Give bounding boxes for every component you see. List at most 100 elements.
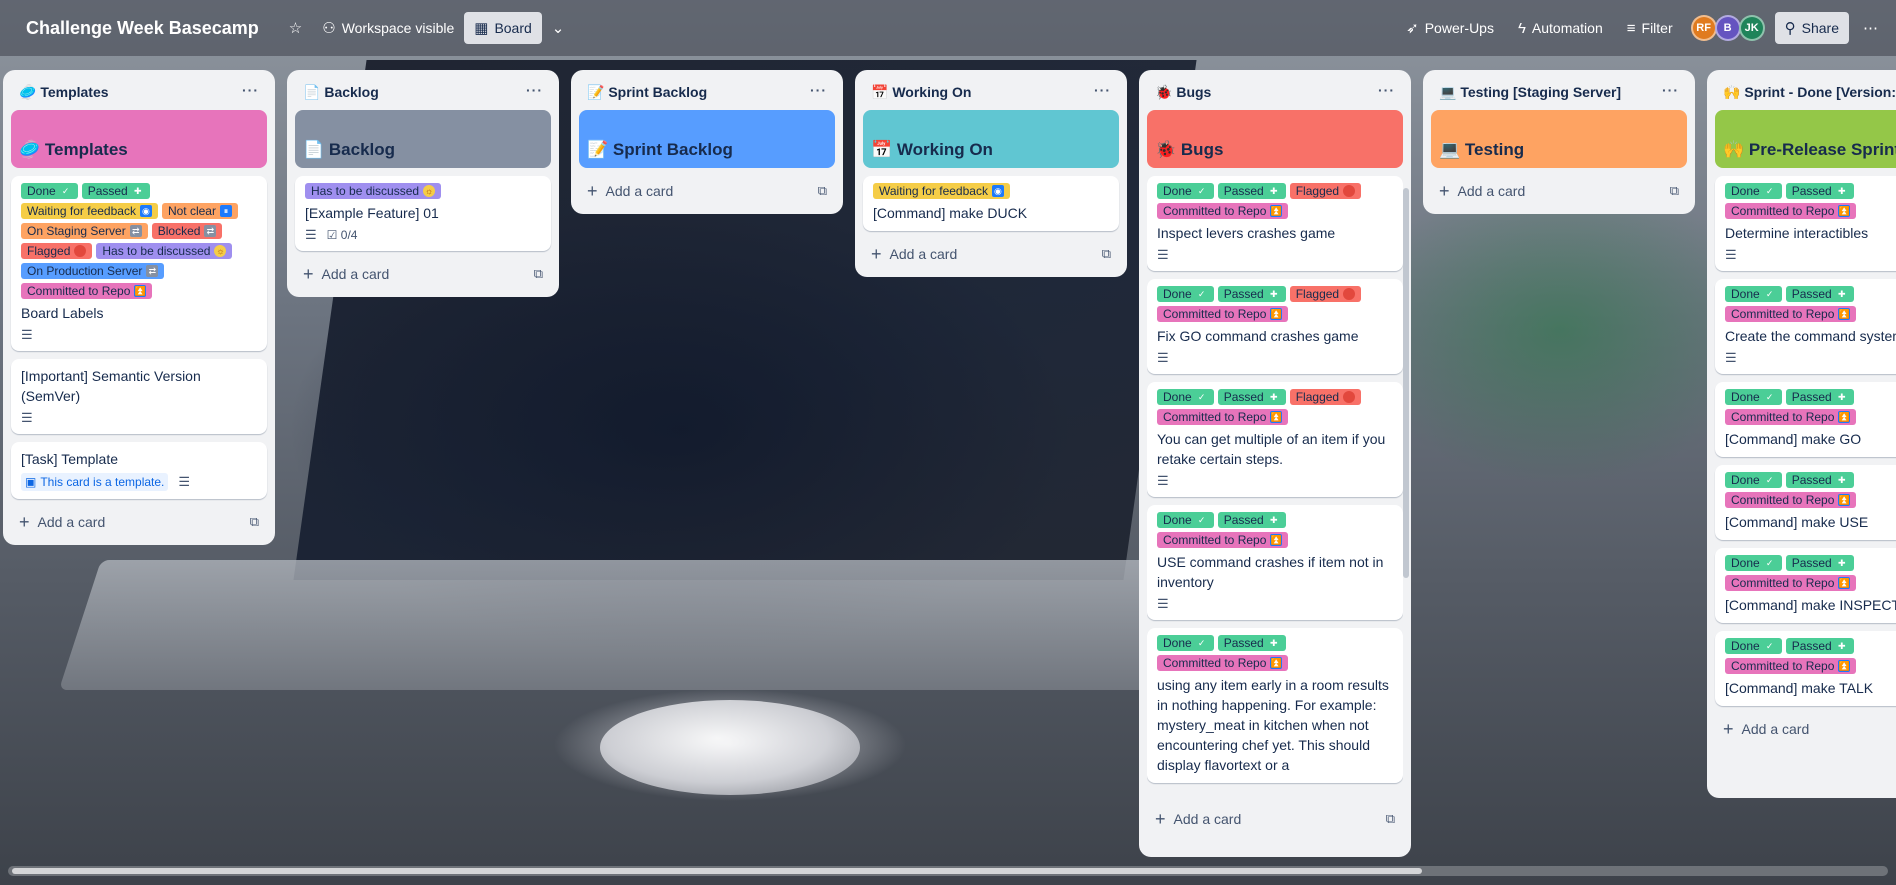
create-from-template-icon[interactable]: ⧉ — [1102, 246, 1111, 262]
label-flagged[interactable]: Flagged — [1289, 286, 1362, 302]
label-passed[interactable]: Passed ✚ — [1785, 472, 1854, 488]
add-card-button[interactable]: + Add a card — [871, 245, 957, 263]
card-bug-levers[interactable]: Done ✓ Passed ✚ Flagged Committed to Repo ⏫… — [1147, 176, 1403, 271]
card-determine-interactibles[interactable]: Done ✓ Passed ✚ Committed to Repo ⏫ Determi… — [1715, 176, 1896, 271]
list-cover[interactable]: 💻 Testing — [1431, 110, 1687, 168]
label-done[interactable]: Done ✓ — [1725, 638, 1782, 654]
member-avatar[interactable]: JK — [1738, 15, 1765, 41]
list-header[interactable]: 📝 Sprint Backlog ··· — [579, 78, 835, 110]
card-make-talk[interactable]: Done ✓ Passed ✚ Committed to Repo ⏫ [Comman… — [1715, 631, 1896, 706]
label-blocked[interactable]: Blocked ⇄ — [151, 223, 223, 239]
label-passed[interactable]: Passed ✚ — [1785, 638, 1854, 654]
list-cover[interactable]: 🥏 Templates — [11, 110, 267, 168]
label-done[interactable]: Done ✓ — [1725, 389, 1782, 405]
member-avatar[interactable]: RF — [1690, 15, 1717, 41]
automation-button[interactable]: ϟ Automation — [1508, 12, 1613, 44]
add-card-button[interactable]: + Add a card — [1439, 182, 1525, 200]
add-card-button[interactable]: + Add a card — [19, 513, 105, 531]
label-committed[interactable]: Committed to Repo ⏫ — [1157, 655, 1289, 671]
list-header[interactable]: 💻 Testing [Staging Server] ··· — [1431, 78, 1687, 110]
board-scroll-thumb[interactable] — [12, 868, 1422, 874]
create-from-template-icon[interactable]: ⧉ — [250, 514, 259, 530]
label-done[interactable]: Done ✓ — [21, 183, 78, 199]
card-command-system[interactable]: Done ✓ Passed ✚ Committed to Repo ⏫ Create … — [1715, 279, 1896, 374]
list-header[interactable]: 🙌 Sprint - Done [Version: 0.0.0] — [1715, 78, 1896, 110]
label-waiting[interactable]: Waiting for feedback ◉ — [21, 203, 158, 219]
label-done[interactable]: Done ✓ — [1725, 555, 1782, 571]
label-committed[interactable]: Committed to Repo ⏫ — [1725, 306, 1857, 322]
label-done[interactable]: Done ✓ — [1725, 286, 1782, 302]
label-done[interactable]: Done ✓ — [1157, 635, 1214, 651]
card-task-template[interactable]: [Task] Template ▣ This card is a template… — [11, 442, 267, 499]
list-scrollbar[interactable] — [1403, 188, 1409, 578]
powerups-button[interactable]: ➶ Power-Ups — [1396, 12, 1504, 44]
label-passed[interactable]: Passed ✚ — [1217, 389, 1286, 405]
label-passed[interactable]: Passed ✚ — [1217, 286, 1286, 302]
list-menu-icon[interactable]: ··· — [526, 82, 543, 98]
add-card-button[interactable]: + Add a card — [303, 265, 389, 283]
label-passed[interactable]: Passed ✚ — [1785, 555, 1854, 571]
list-menu-icon[interactable]: ··· — [810, 82, 827, 98]
share-button[interactable]: ⚲ Share — [1774, 12, 1849, 44]
label-not-clear[interactable]: Not clear ⏸ — [161, 203, 238, 219]
label-passed[interactable]: Passed ✚ — [1217, 635, 1286, 651]
label-flagged[interactable]: Flagged — [1289, 389, 1362, 405]
label-committed[interactable]: Committed to Repo ⏫ — [1725, 409, 1857, 425]
label-done[interactable]: Done ✓ — [1725, 183, 1782, 199]
list-menu-icon[interactable]: ··· — [1378, 82, 1395, 98]
label-flagged[interactable]: Flagged — [21, 243, 93, 259]
label-done[interactable]: Done ✓ — [1157, 512, 1214, 528]
label-passed[interactable]: Passed ✚ — [1785, 286, 1854, 302]
card-example-feature[interactable]: Has to be discussed ☼ [Example Feature] 0… — [295, 176, 551, 251]
add-card-button[interactable]: + Add a card — [1723, 720, 1809, 738]
label-passed[interactable]: Passed ✚ — [1217, 183, 1286, 199]
card-bug-early-item[interactable]: Done ✓ Passed ✚ Committed to Repo ⏫ using a… — [1147, 628, 1403, 783]
create-from-template-icon[interactable]: ⧉ — [1386, 811, 1395, 827]
list-menu-icon[interactable]: ··· — [1662, 82, 1679, 98]
label-committed[interactable]: Committed to Repo ⏫ — [1157, 532, 1289, 548]
board-horizontal-scrollbar[interactable] — [8, 866, 1888, 876]
label-production[interactable]: On Production Server ⇄ — [21, 263, 165, 279]
list-cards-scroll[interactable]: 🐞 Bugs Done ✓ Passed ✚ Flagged Committed t… — [1147, 110, 1403, 804]
label-staging[interactable]: On Staging Server ⇄ — [21, 223, 148, 239]
label-passed[interactable]: Passed ✚ — [1785, 389, 1854, 405]
label-passed[interactable]: Passed ✚ — [1217, 512, 1286, 528]
star-button[interactable]: ☆ — [279, 12, 312, 44]
board-view-button[interactable]: ▦ Board — [464, 12, 542, 44]
list-header[interactable]: 🐞 Bugs ··· — [1147, 78, 1403, 110]
label-committed[interactable]: Committed to Repo ⏫ — [21, 283, 153, 299]
list-menu-icon[interactable]: ··· — [1094, 82, 1111, 98]
member-avatar[interactable]: B — [1714, 15, 1741, 41]
label-done[interactable]: Done ✓ — [1157, 286, 1214, 302]
label-done[interactable]: Done ✓ — [1157, 183, 1214, 199]
list-header[interactable]: 📄 Backlog ··· — [295, 78, 551, 110]
card-make-go[interactable]: Done ✓ Passed ✚ Committed to Repo ⏫ [Comman… — [1715, 382, 1896, 457]
label-flagged[interactable]: Flagged — [1289, 183, 1362, 199]
card-make-inspect[interactable]: Done ✓ Passed ✚ Committed to Repo ⏫ [Comman… — [1715, 548, 1896, 623]
label-waiting[interactable]: Waiting for feedback ◉ — [873, 183, 1010, 199]
label-discussed[interactable]: Has to be discussed ☼ — [96, 243, 233, 259]
label-passed[interactable]: Passed ✚ — [1785, 183, 1854, 199]
list-cover[interactable]: 📄 Backlog — [295, 110, 551, 168]
label-committed[interactable]: Committed to Repo ⏫ — [1725, 575, 1857, 591]
label-done[interactable]: Done ✓ — [1157, 389, 1214, 405]
list-cover[interactable]: 🙌 Pre-Release Sprint — [1715, 110, 1896, 168]
label-committed[interactable]: Committed to Repo ⏫ — [1725, 492, 1857, 508]
list-cover[interactable]: 🐞 Bugs — [1147, 110, 1403, 168]
label-committed[interactable]: Committed to Repo ⏫ — [1157, 203, 1289, 219]
filter-button[interactable]: ≡ Filter — [1617, 12, 1683, 44]
create-from-template-icon[interactable]: ⧉ — [534, 266, 543, 282]
list-cover[interactable]: 📅 Working On — [863, 110, 1119, 168]
card-bug-go[interactable]: Done ✓ Passed ✚ Flagged Committed to Repo ⏫… — [1147, 279, 1403, 374]
create-from-template-icon[interactable]: ⧉ — [1670, 183, 1679, 199]
add-card-button[interactable]: + Add a card — [587, 182, 673, 200]
create-from-template-icon[interactable]: ⧉ — [818, 183, 827, 199]
label-discussed[interactable]: Has to be discussed ☼ — [305, 183, 442, 199]
label-passed[interactable]: Passed ✚ — [81, 183, 150, 199]
visibility-button[interactable]: ⚇ Workspace visible — [312, 12, 464, 44]
board-title[interactable]: Challenge Week Basecamp — [26, 18, 259, 39]
card-semver[interactable]: [Important] Semantic Version (SemVer) ☰ — [11, 359, 267, 434]
list-header[interactable]: 📅 Working On ··· — [863, 78, 1119, 110]
add-card-button[interactable]: + Add a card — [1155, 810, 1241, 828]
card-bug-use-command[interactable]: Done ✓ Passed ✚ Committed to Repo ⏫ USE com… — [1147, 505, 1403, 620]
